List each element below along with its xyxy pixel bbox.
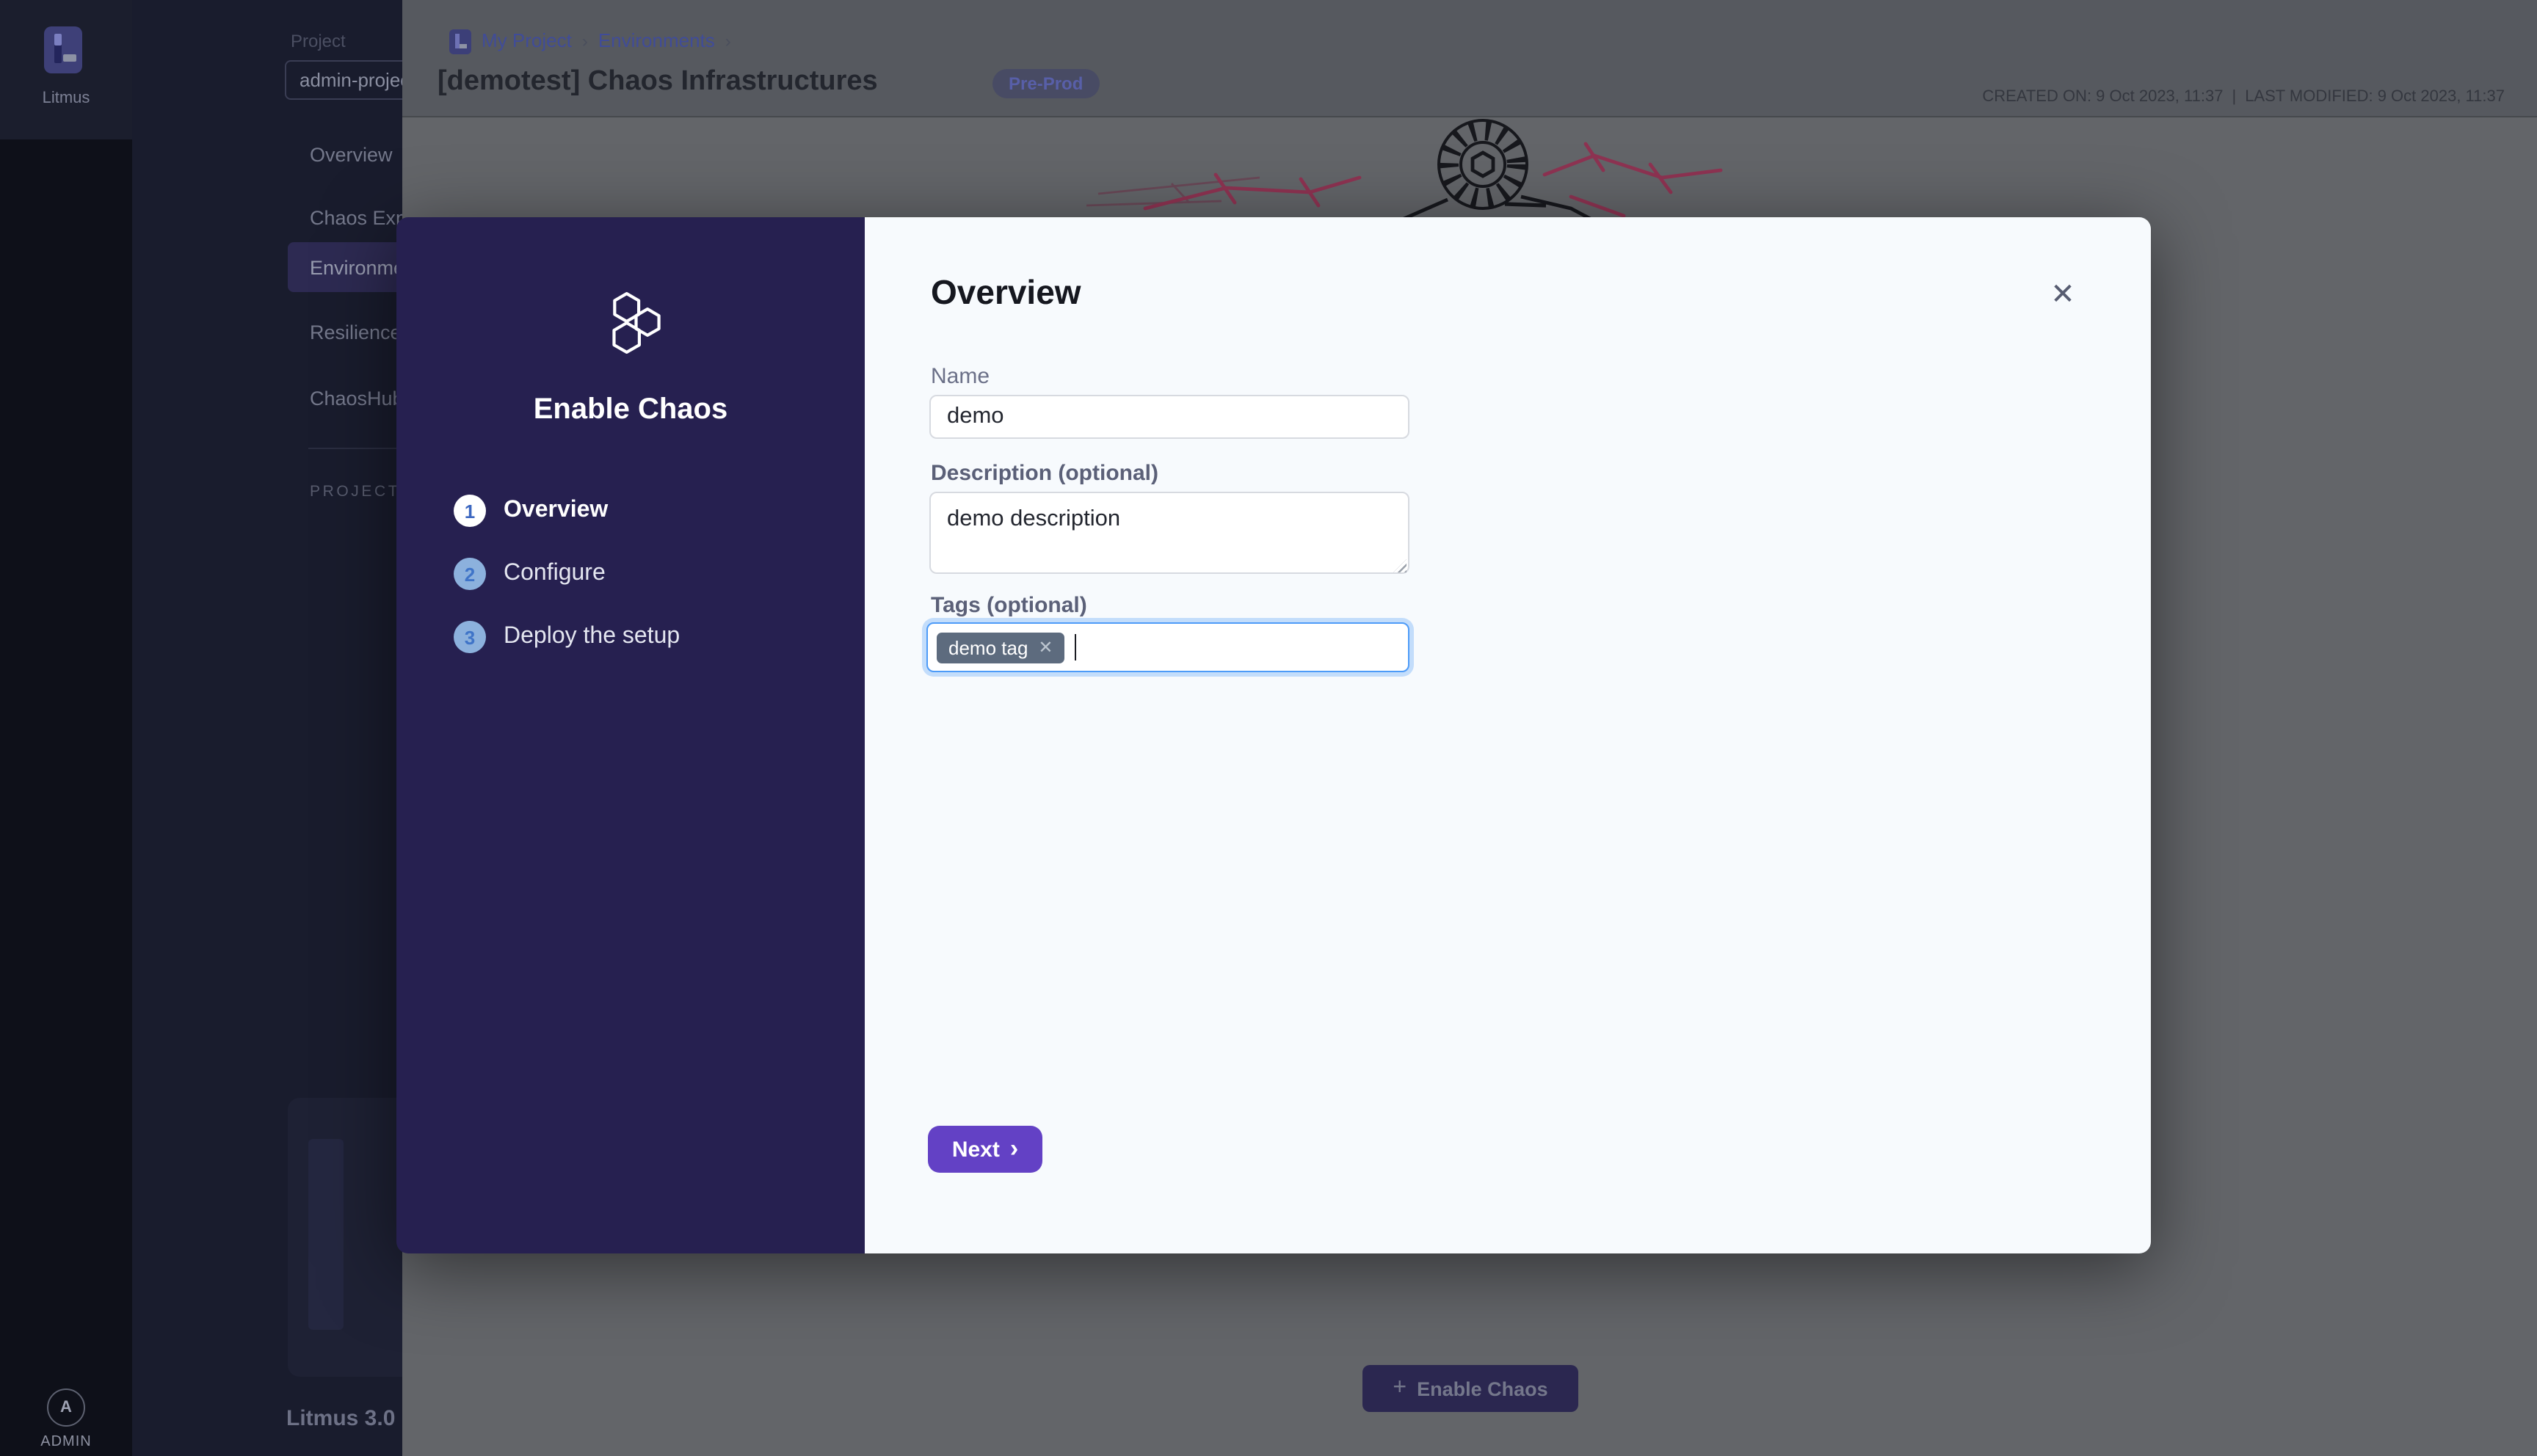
description-field-label: Description (optional) [931, 461, 1158, 486]
environment-type-badge: Pre-Prod [992, 69, 1099, 98]
breadcrumb: My Project › Environments › [482, 29, 731, 51]
wizard-step-overview[interactable]: 1 Overview [454, 495, 608, 527]
step-number-badge: 1 [454, 495, 486, 527]
logo-label: Litmus [0, 90, 132, 107]
enable-chaos-background-button[interactable]: + Enable Chaos [1362, 1365, 1578, 1412]
overview-form-panel: Overview ✕ Name Description (optional) d… [865, 217, 2151, 1253]
user-avatar[interactable]: A [47, 1388, 85, 1427]
name-input[interactable] [929, 395, 1409, 439]
name-field-label: Name [931, 364, 990, 389]
sidebar-item-label: Overview [310, 143, 393, 165]
promo-card-graphic [308, 1139, 344, 1330]
project-name: admin-project [300, 69, 415, 91]
plus-icon: + [1393, 1377, 1407, 1400]
close-icon[interactable]: ✕ [2047, 279, 2079, 311]
tags-field-label: Tags (optional) [931, 593, 1087, 618]
hexagons-icon [600, 292, 662, 354]
breadcrumb-separator-icon: › [582, 30, 588, 51]
last-modified-text: LAST MODIFIED: 9 Oct 2023, 11:37 [2245, 88, 2505, 106]
logo-foot-shape [63, 54, 76, 62]
chevron-right-icon: › [1010, 1136, 1018, 1161]
enable-chaos-modal: Enable Chaos 1 Overview 2 Configure 3 De… [396, 217, 2151, 1253]
meta-divider: | [2232, 88, 2236, 106]
step-number-badge: 2 [454, 558, 486, 590]
left-rail: Litmus A ADMIN [0, 0, 132, 1456]
breadcrumb-separator-icon: › [725, 30, 731, 51]
breadcrumb-project-icon [449, 29, 471, 54]
user-role-label: ADMIN [0, 1434, 132, 1450]
chaos-sketch-illustration [1086, 114, 1732, 220]
form-heading: Overview [931, 273, 1081, 313]
tag-chip-label: demo tag [948, 636, 1028, 658]
wizard-panel: Enable Chaos 1 Overview 2 Configure 3 De… [396, 217, 865, 1253]
description-textarea[interactable]: demo description [929, 492, 1409, 574]
page-title: [demotest] Chaos Infrastructures [438, 66, 878, 98]
next-button[interactable]: Next › [928, 1126, 1042, 1173]
tag-chip: demo tag ✕ [937, 632, 1065, 663]
tags-input[interactable]: demo tag ✕ [926, 622, 1409, 672]
step-label: Deploy the setup [504, 624, 680, 650]
page-meta: CREATED ON: 9 Oct 2023, 11:37 | LAST MOD… [1982, 88, 2505, 106]
step-number-badge: 3 [454, 621, 486, 653]
project-section-label: Project [291, 31, 346, 51]
rail-logo-block: Litmus [0, 0, 132, 139]
breadcrumb-my-project[interactable]: My Project [482, 29, 572, 51]
step-label: Configure [504, 561, 606, 587]
wizard-step-deploy[interactable]: 3 Deploy the setup [454, 621, 680, 653]
created-on-text: CREATED ON: 9 Oct 2023, 11:37 [1982, 88, 2223, 106]
sidebar-nav: Project admin-project › Overview Chaos E… [132, 0, 402, 1456]
litmus-logo-icon[interactable] [44, 26, 82, 73]
step-label: Overview [504, 498, 608, 524]
next-button-label: Next [952, 1137, 1000, 1162]
wizard-step-configure[interactable]: 2 Configure [454, 558, 606, 590]
breadcrumb-environments[interactable]: Environments [598, 29, 715, 51]
text-caret [1075, 634, 1077, 660]
enable-chaos-label: Enable Chaos [1417, 1377, 1548, 1399]
version-label: Litmus 3.0 [286, 1406, 395, 1431]
remove-tag-icon[interactable]: ✕ [1038, 638, 1053, 656]
breadcrumb-icon-foot [460, 44, 467, 48]
wizard-title: Enable Chaos [396, 393, 865, 427]
logo-bar-accent-shape [54, 34, 62, 46]
app-stage: Litmus A ADMIN Project admin-project › O… [0, 0, 2537, 1456]
